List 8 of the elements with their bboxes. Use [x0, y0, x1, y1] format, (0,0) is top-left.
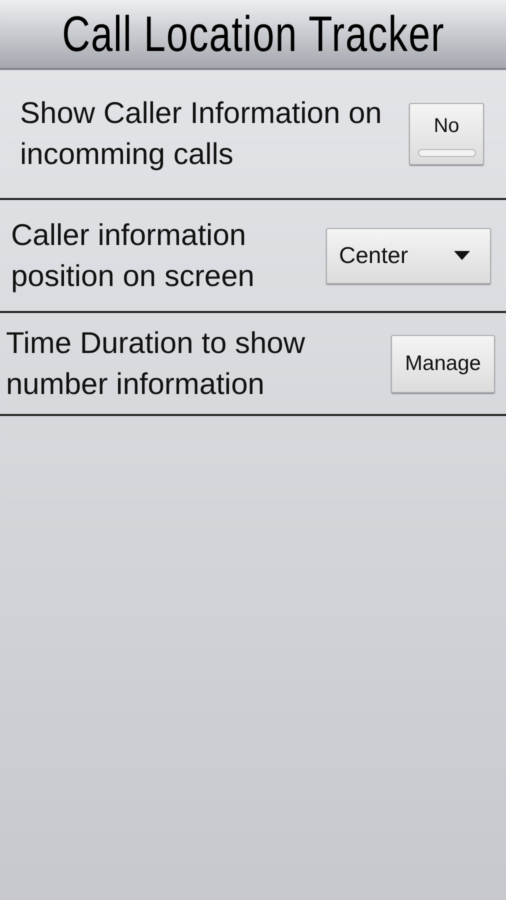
- app-title: Call Location Tracker: [62, 9, 444, 59]
- manage-button[interactable]: Manage: [391, 334, 495, 392]
- setting-label: Caller information position on screen: [11, 218, 256, 294]
- position-dropdown[interactable]: Center: [326, 228, 491, 284]
- setting-label: Time Duration to show number information: [6, 326, 306, 402]
- setting-label: Show Caller Information on incomming calls: [20, 96, 383, 173]
- dropdown-caret-icon: [454, 251, 470, 260]
- toggle-button[interactable]: No: [409, 103, 484, 165]
